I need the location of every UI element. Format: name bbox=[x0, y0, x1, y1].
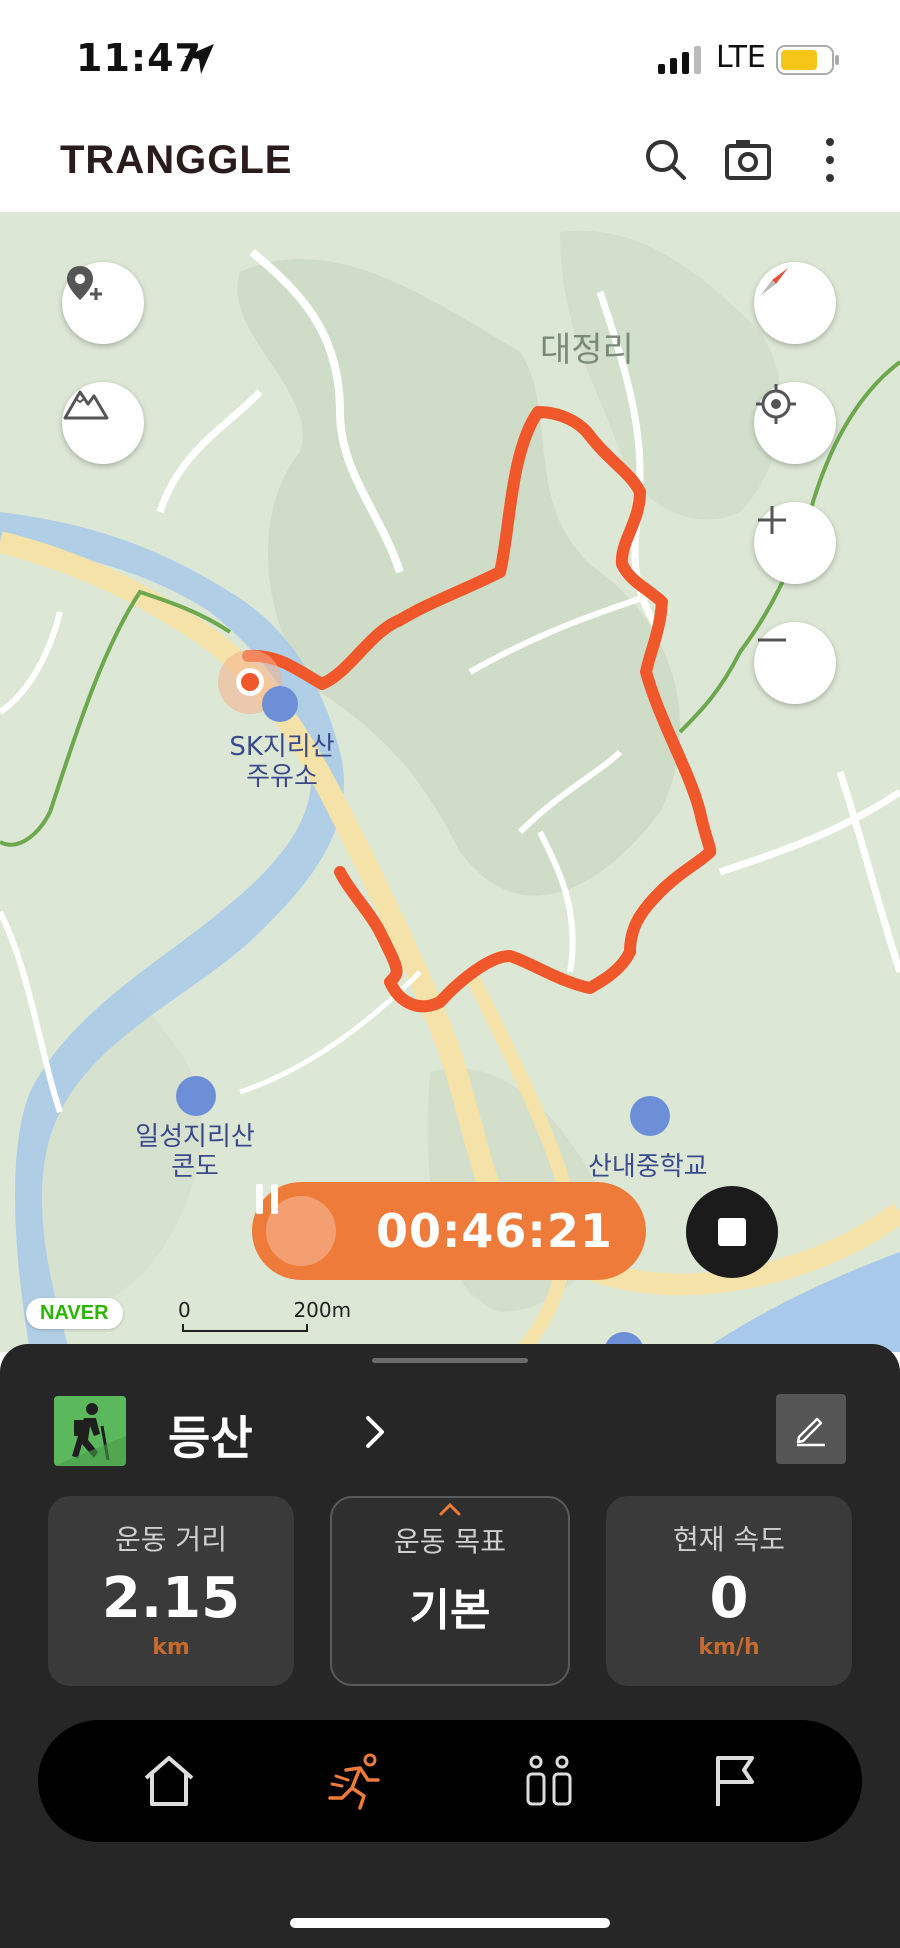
mountain-button[interactable] bbox=[62, 382, 144, 464]
distance-label: 운동 거리 bbox=[115, 1523, 227, 1556]
home-indicator bbox=[290, 1918, 610, 1928]
activity-title[interactable]: 등산 bbox=[168, 1402, 253, 1468]
bottom-nav bbox=[38, 1720, 862, 1842]
condo-name-line1: 일성지리산 bbox=[135, 1122, 255, 1152]
goal-value: 기본 bbox=[409, 1585, 491, 1636]
camera-icon[interactable] bbox=[722, 134, 774, 186]
activity-panel: 등산 운동 거리 2.15 km 운동 목표 기본 현재 속도 0 km/h bbox=[0, 1344, 900, 1948]
add-location-button[interactable] bbox=[62, 262, 144, 344]
compass-icon bbox=[760, 268, 788, 296]
scale-start: 0 bbox=[178, 1298, 191, 1322]
people-icon[interactable] bbox=[518, 1750, 580, 1812]
map-label-condo: 일성지리산 콘도 bbox=[130, 1122, 260, 1182]
tracking-timer: 00:46:21 bbox=[252, 1182, 646, 1280]
network-type: LTE bbox=[716, 40, 766, 75]
gas-station-name-line2: 주유소 bbox=[246, 762, 318, 792]
speed-label: 현재 속도 bbox=[673, 1523, 785, 1556]
add-location-icon bbox=[67, 266, 102, 300]
map-label-gas-station: SK지리산 주유소 bbox=[222, 732, 342, 792]
map-scale: 0 200m bbox=[178, 1298, 352, 1332]
location-arrow-icon bbox=[184, 44, 214, 74]
distance-card: 운동 거리 2.15 km bbox=[48, 1496, 294, 1686]
goal-label: 운동 목표 bbox=[394, 1525, 506, 1558]
mountain-icon bbox=[63, 390, 109, 420]
zoom-in-icon bbox=[758, 506, 786, 534]
stop-button[interactable] bbox=[686, 1186, 778, 1278]
pause-icon bbox=[256, 1184, 278, 1214]
stop-icon bbox=[718, 1218, 746, 1246]
running-icon[interactable] bbox=[324, 1750, 386, 1812]
app-logo: TRANGGLE bbox=[60, 138, 293, 182]
scale-end: 200m bbox=[293, 1298, 352, 1322]
map-label-school: 산내중학교 bbox=[588, 1152, 708, 1182]
map-provider-logo: NAVER bbox=[26, 1298, 123, 1329]
scale-bar bbox=[182, 1324, 308, 1332]
home-icon[interactable] bbox=[138, 1750, 200, 1812]
search-icon[interactable] bbox=[640, 134, 692, 186]
cellular-signal-icon bbox=[658, 46, 701, 74]
compass-button[interactable] bbox=[754, 262, 836, 344]
distance-unit: km bbox=[152, 1635, 190, 1660]
pause-button[interactable] bbox=[256, 1184, 336, 1266]
speed-card: 현재 속도 0 km/h bbox=[606, 1496, 852, 1686]
speed-value: 0 bbox=[709, 1566, 749, 1631]
more-vertical-icon[interactable] bbox=[804, 134, 856, 186]
zoom-out-icon bbox=[758, 638, 786, 642]
goal-card[interactable]: 운동 목표 기본 bbox=[330, 1496, 570, 1686]
distance-value: 2.15 bbox=[101, 1566, 241, 1631]
edit-icon bbox=[796, 1417, 825, 1447]
chevron-up-icon bbox=[439, 1502, 461, 1516]
hiking-icon bbox=[54, 1396, 126, 1466]
status-bar: 11:47 LTE bbox=[0, 0, 900, 110]
edit-button[interactable] bbox=[776, 1394, 846, 1464]
my-location-button[interactable] bbox=[754, 382, 836, 464]
zoom-out-button[interactable] bbox=[754, 622, 836, 704]
chevron-right-icon[interactable] bbox=[364, 1414, 388, 1450]
elapsed-time: 00:46:21 bbox=[376, 1204, 613, 1258]
my-location-icon bbox=[756, 384, 796, 424]
map-view[interactable]: 대정리 SK지리산 주유소 일성지리산 콘도 산내중학교 00:46:21 NA… bbox=[0, 212, 900, 1352]
app-header: TRANGGLE bbox=[0, 110, 900, 213]
gas-station-name-line1: SK지리산 bbox=[229, 732, 335, 762]
zoom-in-button[interactable] bbox=[754, 502, 836, 584]
sheet-handle[interactable] bbox=[372, 1358, 528, 1363]
speed-unit: km/h bbox=[698, 1635, 760, 1660]
condo-name-line2: 콘도 bbox=[171, 1152, 219, 1182]
flag-icon[interactable] bbox=[704, 1750, 766, 1812]
map-label-village: 대정리 bbox=[540, 330, 634, 370]
battery-icon bbox=[776, 45, 839, 75]
